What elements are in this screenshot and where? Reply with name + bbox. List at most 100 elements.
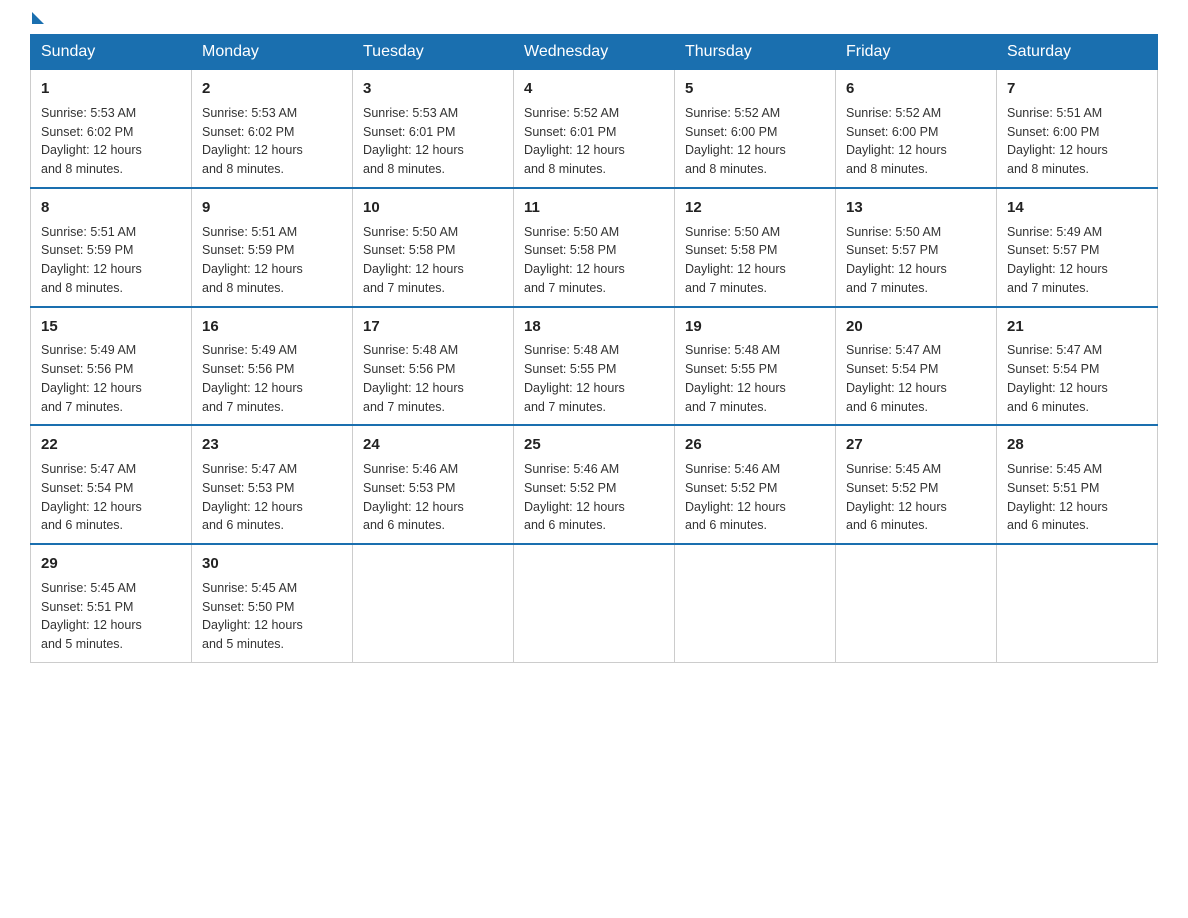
calendar-cell: 18Sunrise: 5:48 AMSunset: 5:55 PMDayligh…	[514, 307, 675, 426]
calendar-cell: 2 Sunrise: 5:53 AMSunset: 6:02 PMDaylight…	[192, 70, 353, 188]
calendar-week-row: 29 Sunrise: 5:45 AMSunset: 5:51 PMDayligh…	[31, 544, 1158, 662]
day-number: 29	[41, 553, 181, 575]
calendar-cell: 29 Sunrise: 5:45 AMSunset: 5:51 PMDayligh…	[31, 544, 192, 662]
calendar-cell: 13 Sunrise: 5:50 AMSunset: 5:57 PMDayligh…	[836, 188, 997, 307]
column-header-friday: Friday	[836, 35, 997, 70]
day-number: 24	[363, 434, 503, 456]
day-info: Sunrise: 5:52 AMSunset: 6:00 PMDaylight:…	[846, 104, 986, 179]
day-info: Sunrise: 5:52 AMSunset: 6:01 PMDaylight:…	[524, 104, 664, 179]
day-info: Sunrise: 5:45 AMSunset: 5:51 PMDaylight:…	[1007, 460, 1147, 535]
day-number: 25	[524, 434, 664, 456]
calendar-cell: 25 Sunrise: 5:46 AMSunset: 5:52 PMDayligh…	[514, 425, 675, 544]
column-header-monday: Monday	[192, 35, 353, 70]
day-number: 10	[363, 197, 503, 219]
column-header-thursday: Thursday	[675, 35, 836, 70]
calendar-week-row: 22 Sunrise: 5:47 AMSunset: 5:54 PMDayligh…	[31, 425, 1158, 544]
day-info: Sunrise: 5:50 AMSunset: 5:58 PMDaylight:…	[363, 223, 503, 298]
day-number: 21	[1007, 316, 1147, 338]
calendar-cell: 3 Sunrise: 5:53 AMSunset: 6:01 PMDaylight…	[353, 70, 514, 188]
calendar-cell: 17 Sunrise: 5:48 AMSunset: 5:56 PMDayligh…	[353, 307, 514, 426]
day-info: Sunrise: 5:49 AMSunset: 5:57 PMDaylight:…	[1007, 223, 1147, 298]
day-info: Sunrise: 5:49 AMSunset: 5:56 PMDaylight:…	[202, 341, 342, 416]
day-number: 6	[846, 78, 986, 100]
day-number: 8	[41, 197, 181, 219]
day-number: 20	[846, 316, 986, 338]
day-info: Sunrise: 5:49 AMSunset: 5:56 PMDaylight:…	[41, 341, 181, 416]
day-info: Sunrise: 5:45 AMSunset: 5:50 PMDaylight:…	[202, 579, 342, 654]
calendar-cell: 1Sunrise: 5:53 AMSunset: 6:02 PMDaylight…	[31, 70, 192, 188]
calendar-cell: 10 Sunrise: 5:50 AMSunset: 5:58 PMDayligh…	[353, 188, 514, 307]
calendar-week-row: 1Sunrise: 5:53 AMSunset: 6:02 PMDaylight…	[31, 70, 1158, 188]
day-info: Sunrise: 5:48 AMSunset: 5:55 PMDaylight:…	[524, 341, 664, 416]
day-info: Sunrise: 5:47 AMSunset: 5:54 PMDaylight:…	[41, 460, 181, 535]
calendar-cell	[514, 544, 675, 662]
day-info: Sunrise: 5:50 AMSunset: 5:58 PMDaylight:…	[524, 223, 664, 298]
calendar-cell: 24 Sunrise: 5:46 AMSunset: 5:53 PMDayligh…	[353, 425, 514, 544]
day-info: Sunrise: 5:45 AMSunset: 5:52 PMDaylight:…	[846, 460, 986, 535]
calendar-week-row: 15 Sunrise: 5:49 AMSunset: 5:56 PMDayligh…	[31, 307, 1158, 426]
day-number: 7	[1007, 78, 1147, 100]
day-number: 19	[685, 316, 825, 338]
calendar-cell: 6 Sunrise: 5:52 AMSunset: 6:00 PMDaylight…	[836, 70, 997, 188]
calendar-cell: 20 Sunrise: 5:47 AMSunset: 5:54 PMDayligh…	[836, 307, 997, 426]
calendar-cell: 7 Sunrise: 5:51 AMSunset: 6:00 PMDaylight…	[997, 70, 1158, 188]
calendar-cell: 8 Sunrise: 5:51 AMSunset: 5:59 PMDaylight…	[31, 188, 192, 307]
day-number: 9	[202, 197, 342, 219]
day-info: Sunrise: 5:51 AMSunset: 6:00 PMDaylight:…	[1007, 104, 1147, 179]
day-number: 15	[41, 316, 181, 338]
day-info: Sunrise: 5:45 AMSunset: 5:51 PMDaylight:…	[41, 579, 181, 654]
calendar-cell	[675, 544, 836, 662]
day-number: 23	[202, 434, 342, 456]
day-number: 11	[524, 197, 664, 219]
header	[30, 20, 1158, 24]
logo	[30, 20, 44, 24]
calendar-cell: 27 Sunrise: 5:45 AMSunset: 5:52 PMDayligh…	[836, 425, 997, 544]
calendar-cell: 12Sunrise: 5:50 AMSunset: 5:58 PMDayligh…	[675, 188, 836, 307]
day-number: 12	[685, 197, 825, 219]
day-number: 13	[846, 197, 986, 219]
day-info: Sunrise: 5:46 AMSunset: 5:53 PMDaylight:…	[363, 460, 503, 535]
day-info: Sunrise: 5:50 AMSunset: 5:57 PMDaylight:…	[846, 223, 986, 298]
calendar-cell: 14Sunrise: 5:49 AMSunset: 5:57 PMDayligh…	[997, 188, 1158, 307]
logo-triangle-icon	[32, 12, 44, 24]
calendar-cell	[997, 544, 1158, 662]
day-info: Sunrise: 5:51 AMSunset: 5:59 PMDaylight:…	[202, 223, 342, 298]
calendar-cell: 16 Sunrise: 5:49 AMSunset: 5:56 PMDayligh…	[192, 307, 353, 426]
day-info: Sunrise: 5:46 AMSunset: 5:52 PMDaylight:…	[524, 460, 664, 535]
calendar-cell: 11 Sunrise: 5:50 AMSunset: 5:58 PMDayligh…	[514, 188, 675, 307]
calendar-cell: 9 Sunrise: 5:51 AMSunset: 5:59 PMDaylight…	[192, 188, 353, 307]
day-number: 17	[363, 316, 503, 338]
day-info: Sunrise: 5:48 AMSunset: 5:55 PMDaylight:…	[685, 341, 825, 416]
day-number: 3	[363, 78, 503, 100]
day-info: Sunrise: 5:53 AMSunset: 6:02 PMDaylight:…	[202, 104, 342, 179]
day-number: 5	[685, 78, 825, 100]
day-info: Sunrise: 5:53 AMSunset: 6:02 PMDaylight:…	[41, 104, 181, 179]
day-info: Sunrise: 5:53 AMSunset: 6:01 PMDaylight:…	[363, 104, 503, 179]
day-number: 4	[524, 78, 664, 100]
day-number: 2	[202, 78, 342, 100]
calendar-cell: 30 Sunrise: 5:45 AMSunset: 5:50 PMDayligh…	[192, 544, 353, 662]
day-number: 27	[846, 434, 986, 456]
day-number: 16	[202, 316, 342, 338]
column-header-saturday: Saturday	[997, 35, 1158, 70]
calendar-week-row: 8 Sunrise: 5:51 AMSunset: 5:59 PMDaylight…	[31, 188, 1158, 307]
day-number: 28	[1007, 434, 1147, 456]
day-info: Sunrise: 5:47 AMSunset: 5:54 PMDaylight:…	[846, 341, 986, 416]
calendar-cell: 4 Sunrise: 5:52 AMSunset: 6:01 PMDaylight…	[514, 70, 675, 188]
calendar-cell: 5 Sunrise: 5:52 AMSunset: 6:00 PMDaylight…	[675, 70, 836, 188]
column-header-tuesday: Tuesday	[353, 35, 514, 70]
column-header-sunday: Sunday	[31, 35, 192, 70]
day-number: 30	[202, 553, 342, 575]
day-number: 26	[685, 434, 825, 456]
day-info: Sunrise: 5:46 AMSunset: 5:52 PMDaylight:…	[685, 460, 825, 535]
calendar-header-row: SundayMondayTuesdayWednesdayThursdayFrid…	[31, 35, 1158, 70]
calendar-cell: 26 Sunrise: 5:46 AMSunset: 5:52 PMDayligh…	[675, 425, 836, 544]
calendar-cell	[353, 544, 514, 662]
calendar-cell: 28 Sunrise: 5:45 AMSunset: 5:51 PMDayligh…	[997, 425, 1158, 544]
day-info: Sunrise: 5:48 AMSunset: 5:56 PMDaylight:…	[363, 341, 503, 416]
column-header-wednesday: Wednesday	[514, 35, 675, 70]
calendar-cell: 15 Sunrise: 5:49 AMSunset: 5:56 PMDayligh…	[31, 307, 192, 426]
day-number: 22	[41, 434, 181, 456]
day-info: Sunrise: 5:52 AMSunset: 6:00 PMDaylight:…	[685, 104, 825, 179]
day-info: Sunrise: 5:51 AMSunset: 5:59 PMDaylight:…	[41, 223, 181, 298]
